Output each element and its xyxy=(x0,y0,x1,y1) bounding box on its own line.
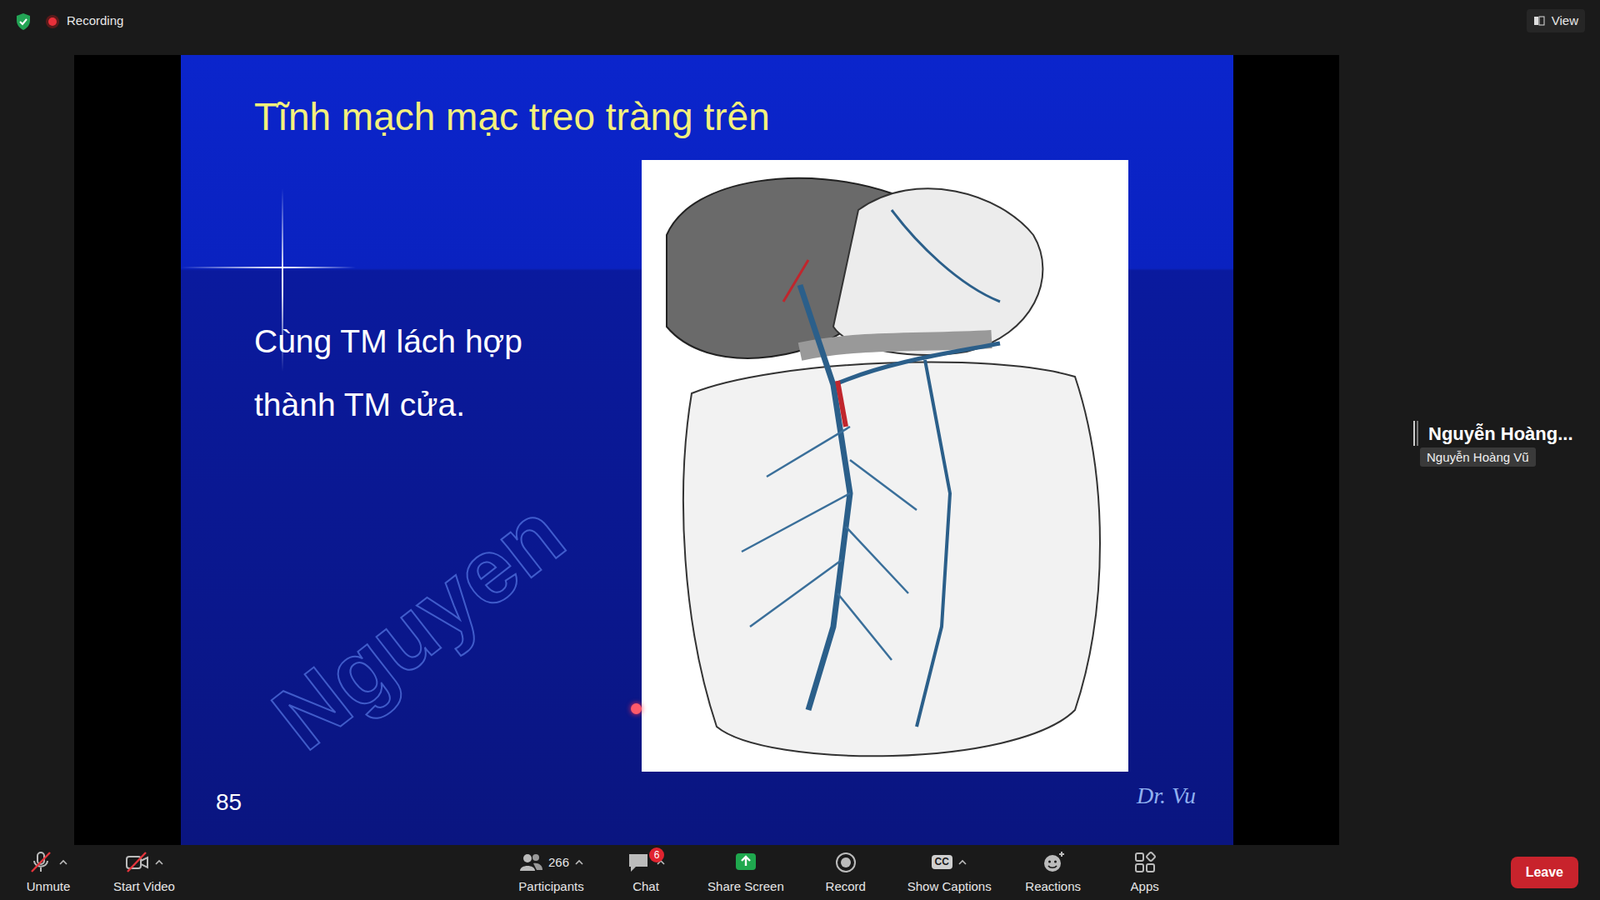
menu-caret-icon[interactable] xyxy=(574,858,585,867)
speaker-tooltip: Nguyễn Hoàng Vũ xyxy=(1420,447,1536,467)
slide: Nguyen Tĩnh mạch mạc treo tràng trên Cùn… xyxy=(180,55,1234,845)
watermark: Nguyen xyxy=(257,485,580,765)
view-layout-icon xyxy=(1533,15,1545,27)
speaker-panel: Nguyễn Hoàng... Nguyễn Hoàng Vũ xyxy=(1339,41,1600,845)
toolbar-label: Share Screen xyxy=(707,877,785,897)
recording-dot-icon xyxy=(45,10,60,31)
toolbar-button[interactable]: Start Video xyxy=(108,845,180,900)
anatomy-illustration xyxy=(641,160,1129,772)
record-icon xyxy=(833,850,859,875)
toolbar-label: Record xyxy=(825,877,866,897)
laser-pointer xyxy=(630,703,642,715)
participants-icon xyxy=(518,850,544,875)
meeting-toolbar: Unmute Start Video 266 Participants 6 Chat Sh… xyxy=(0,845,1600,900)
menu-caret-icon[interactable] xyxy=(58,858,69,867)
slide-body-line: Cùng TM lách hợp xyxy=(254,310,642,374)
reaction-smiley-icon xyxy=(1040,850,1066,875)
chat-bubble-icon xyxy=(625,850,651,875)
toolbar-label: Apps xyxy=(1130,877,1160,897)
recording-label: Recording xyxy=(66,11,124,31)
slide-body: Cùng TM lách hợpthành TM cửa. xyxy=(254,160,642,772)
toolbar-button[interactable]: 6 Chat xyxy=(610,845,681,900)
top-bar: Recording View xyxy=(0,0,1600,42)
slide-title: Tĩnh mạch mạc treo tràng trên xyxy=(254,93,1234,142)
drag-handle-icon[interactable] xyxy=(1413,420,1419,446)
toolbar-button[interactable]: Record xyxy=(810,845,881,900)
captions-icon: CC xyxy=(931,855,953,870)
microphone-icon xyxy=(28,850,54,875)
share-screen-icon xyxy=(733,850,759,875)
speaker-name: Nguyễn Hoàng... xyxy=(1428,420,1574,448)
security-shield-icon[interactable] xyxy=(15,10,32,31)
share-stage: Nguyen Tĩnh mạch mạc treo tràng trên Cùn… xyxy=(0,41,1340,845)
toolbar-button[interactable]: 266 Participants xyxy=(513,845,590,900)
participant-count: 266 xyxy=(548,853,570,873)
chat-badge: 6 xyxy=(649,847,665,863)
video-camera-icon xyxy=(124,850,150,875)
toolbar-label: Participants xyxy=(518,877,584,897)
apps-icon xyxy=(1132,850,1158,875)
toolbar-button[interactable]: Reactions xyxy=(1018,845,1089,900)
meeting-area: Nguyen Tĩnh mạch mạc treo tràng trên Cùn… xyxy=(0,41,1600,845)
menu-caret-icon[interactable] xyxy=(957,858,968,867)
toolbar-label: Unmute xyxy=(26,877,71,897)
slide-author: Dr. Vu xyxy=(1136,778,1196,814)
toolbar-button[interactable]: Apps xyxy=(1110,845,1180,900)
toolbar-label: Start Video xyxy=(113,877,175,897)
toolbar-label: Chat xyxy=(632,877,660,897)
slide-body-line: thành TM cửa. xyxy=(254,373,642,437)
leave-button[interactable]: Leave xyxy=(1510,856,1579,889)
slide-number: 85 xyxy=(215,785,242,820)
toolbar-button[interactable]: Unmute xyxy=(13,845,84,900)
view-button[interactable]: View xyxy=(1526,9,1585,34)
toolbar-label: Reactions xyxy=(1025,877,1081,897)
shared-screen: Nguyen Tĩnh mạch mạc treo tràng trên Cùn… xyxy=(74,55,1340,845)
toolbar-button[interactable]: CC Show Captions xyxy=(902,845,997,900)
menu-caret-icon[interactable] xyxy=(154,858,165,867)
toolbar-button[interactable]: Share Screen xyxy=(702,845,790,900)
toolbar-label: Show Captions xyxy=(907,877,992,897)
